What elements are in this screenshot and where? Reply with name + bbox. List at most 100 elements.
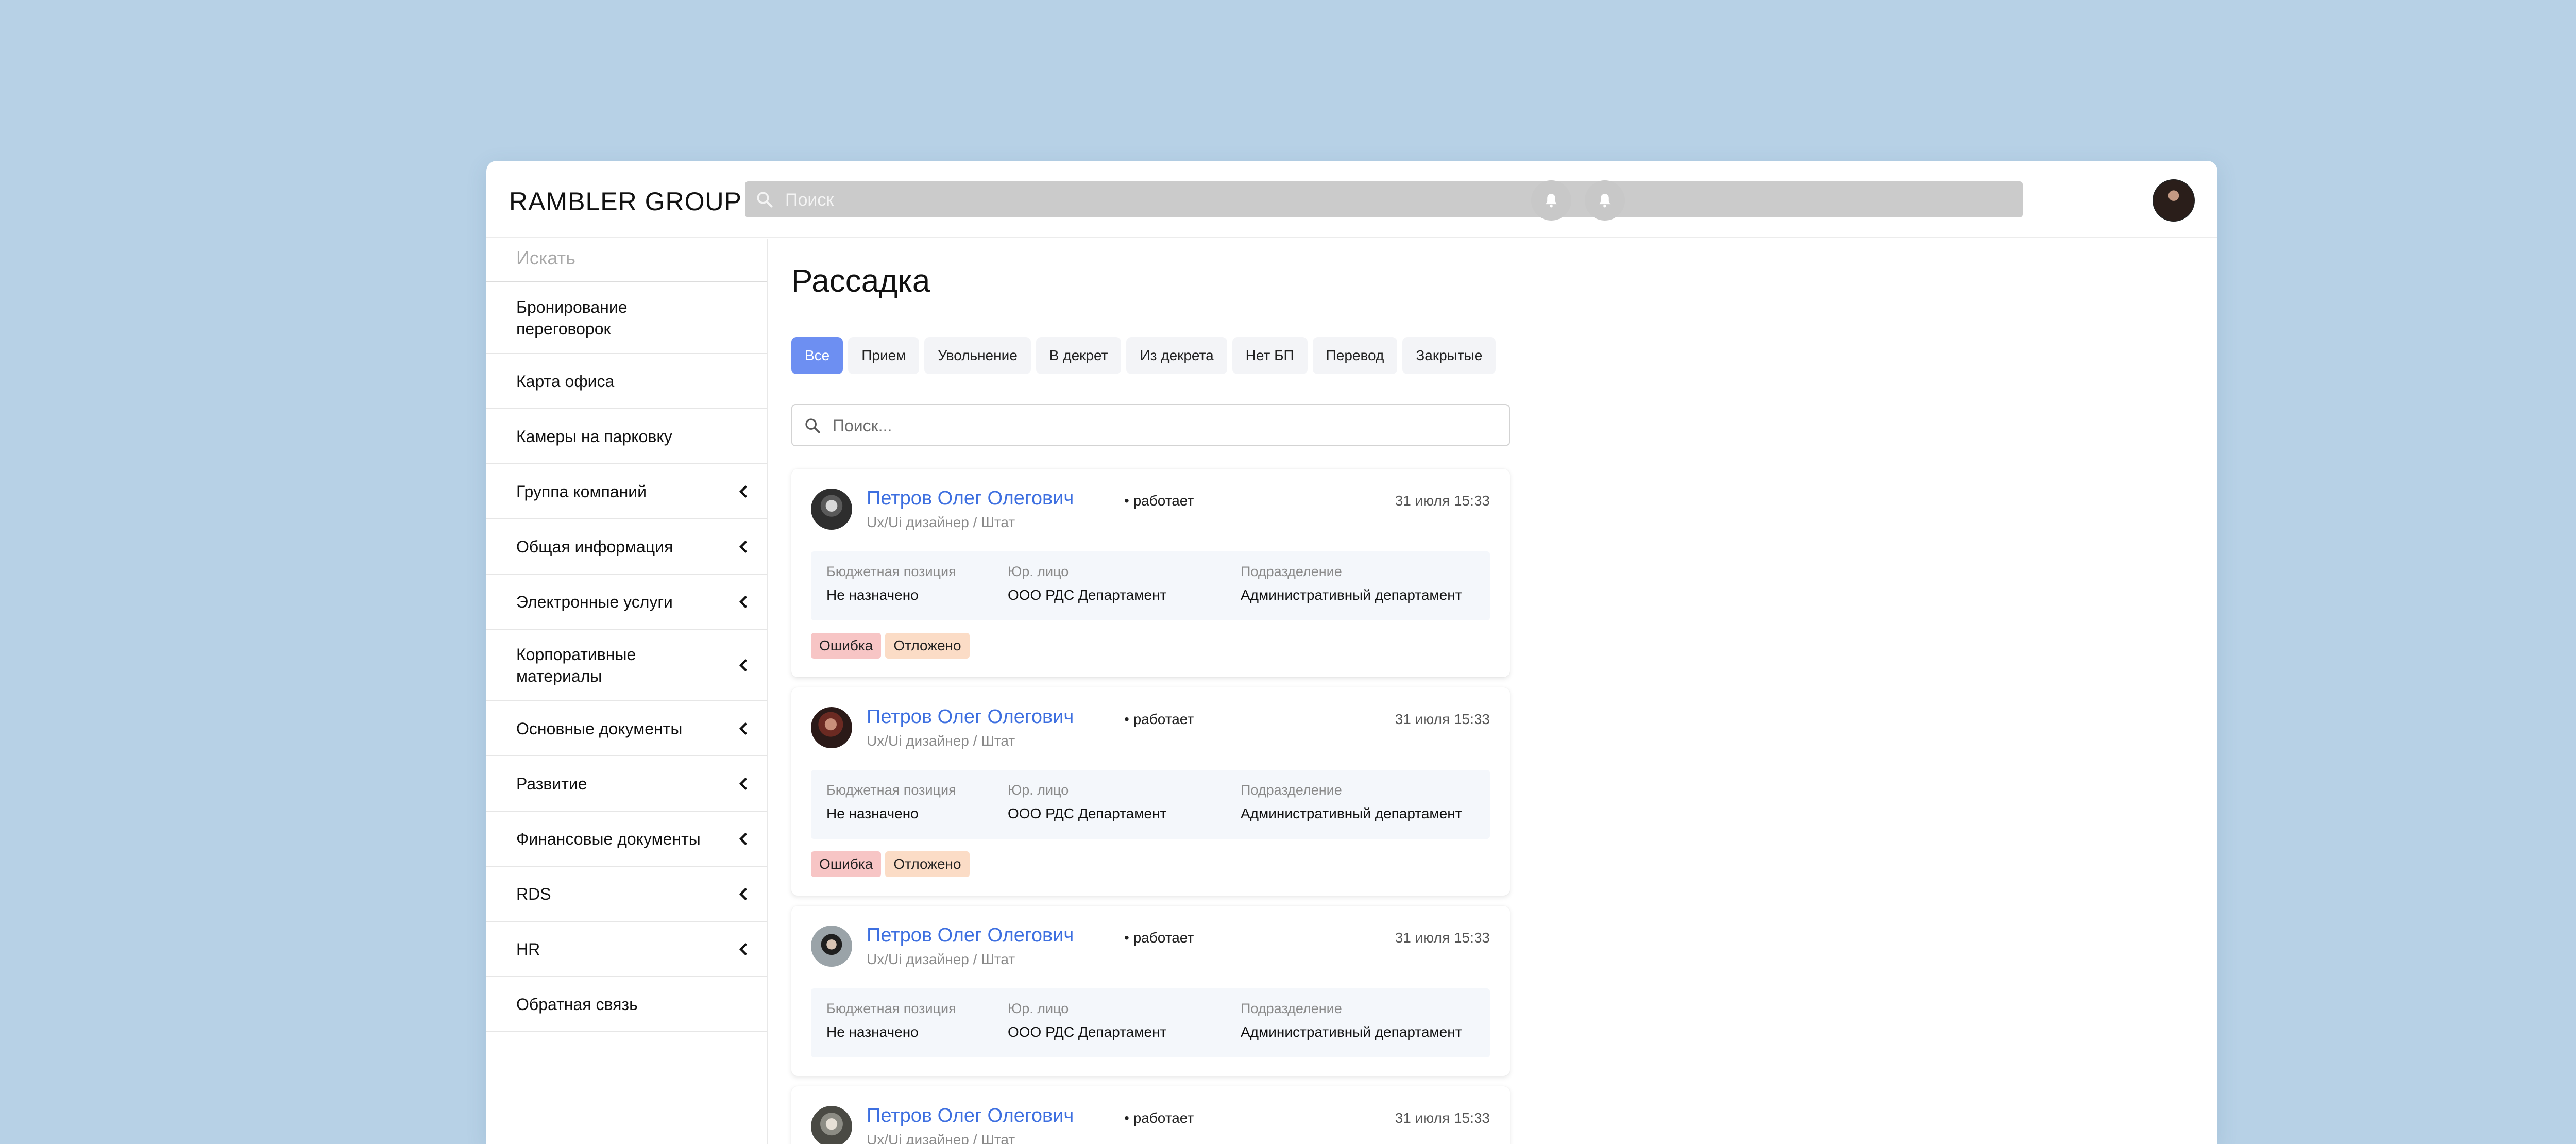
sidebar-item-label: Основные документы	[516, 719, 683, 738]
employee-name-link[interactable]: Петров Олег Олегович	[867, 1105, 1074, 1127]
sidebar-item-rds[interactable]: RDS	[486, 867, 767, 922]
tab-dismissal[interactable]: Увольнение	[924, 337, 1031, 374]
employee-status: • работает	[1124, 711, 1194, 727]
tab-transfer[interactable]: Перевод	[1312, 337, 1398, 374]
list-search-placeholder: Поиск...	[833, 416, 892, 435]
deferred-badge: Отложено	[885, 851, 970, 877]
deferred-badge: Отложено	[885, 633, 970, 659]
card-info-panel: Бюджетная позиция Не назначено Юр. лицо ОО…	[811, 770, 1490, 839]
employee-role: Ux/Ui дизайнер / Штат	[867, 733, 1015, 749]
employee-name-link[interactable]: Петров Олег Олегович	[867, 706, 1074, 728]
error-badge: Ошибка	[811, 633, 882, 659]
tab-all[interactable]: Все	[791, 337, 843, 374]
sidebar-item-label: Общая информация	[516, 537, 673, 556]
list-search-input[interactable]: Поиск...	[791, 404, 1510, 446]
entity-value: ООО РДС Департамент	[1008, 1024, 1167, 1040]
card-info-panel: Бюджетная позиция Не назначено Юр. лицо ОО…	[811, 551, 1490, 620]
entity-value: ООО РДС Департамент	[1008, 805, 1167, 821]
sidebar-item-label: Обратная связь	[516, 995, 638, 1014]
chevron-left-icon	[739, 832, 748, 845]
employee-role: Ux/Ui дизайнер / Штат	[867, 951, 1015, 967]
employee-card: Петров Олег Олегович • работает Ux/Ui ди…	[791, 687, 1510, 896]
employee-name-link[interactable]: Петров Олег Олегович	[867, 487, 1074, 510]
employee-avatar	[811, 707, 852, 748]
department-label: Подразделение	[1241, 1001, 1342, 1016]
sidebar-item-label: Корпоративные материалы	[516, 645, 636, 685]
employee-avatar	[811, 1106, 852, 1144]
chevron-left-icon	[739, 943, 748, 955]
tab-from-maternity[interactable]: Из декрета	[1126, 337, 1227, 374]
page-title: Рассадка	[791, 263, 930, 299]
global-search-placeholder: Поиск	[785, 190, 834, 210]
sidebar-item-development[interactable]: Развитие	[486, 756, 767, 812]
tab-closed[interactable]: Закрытые	[1402, 337, 1496, 374]
department-value: Административный департамент	[1241, 805, 1462, 821]
employee-card: Петров Олег Олегович • работает Ux/Ui ди…	[791, 1086, 1510, 1144]
employee-role: Ux/Ui дизайнер / Штат	[867, 514, 1015, 530]
tab-no-bp[interactable]: Нет БП	[1232, 337, 1308, 374]
employee-name-link[interactable]: Петров Олег Олегович	[867, 924, 1074, 947]
top-bar: RAMBLER GROUP Поиск	[486, 161, 2217, 238]
sidebar-item-feedback[interactable]: Обратная связь	[486, 977, 767, 1032]
department-label: Подразделение	[1241, 564, 1342, 579]
sidebar-item-office-map[interactable]: Карта офиса	[486, 354, 767, 409]
budget-label: Бюджетная позиция	[826, 564, 956, 579]
sidebar-item-label: Электронные услуги	[516, 592, 673, 611]
chevron-left-icon	[739, 659, 748, 671]
entity-value: ООО РДС Департамент	[1008, 587, 1167, 603]
sidebar-item-parking-cameras[interactable]: Камеры на парковку	[486, 409, 767, 464]
employee-status: • работает	[1124, 1110, 1194, 1126]
budget-value: Не назначено	[826, 1024, 919, 1040]
employee-status: • работает	[1124, 930, 1194, 946]
tab-to-maternity[interactable]: В декрет	[1036, 337, 1122, 374]
global-search-input[interactable]: Поиск	[745, 181, 2023, 217]
tab-hiring[interactable]: Прием	[848, 337, 920, 374]
budget-label: Бюджетная позиция	[826, 782, 956, 798]
sidebar-item-e-services[interactable]: Электронные услуги	[486, 575, 767, 630]
sidebar-item-corporate-materials[interactable]: Корпоративные материалы	[486, 630, 767, 701]
sidebar-item-label: Карта офиса	[516, 372, 615, 391]
alerts-button[interactable]	[1585, 180, 1625, 221]
sidebar-item-label: HR	[516, 939, 540, 958]
error-badge: Ошибка	[811, 851, 882, 877]
user-avatar[interactable]	[2153, 179, 2195, 222]
sidebar-item-hr[interactable]: HR	[486, 922, 767, 977]
budget-value: Не назначено	[826, 587, 919, 603]
sidebar-item-label: Финансовые документы	[516, 829, 701, 848]
card-date: 31 июля 15:33	[1395, 930, 1490, 946]
employee-status: • работает	[1124, 493, 1194, 509]
sidebar-item-main-documents[interactable]: Основные документы	[486, 701, 767, 756]
entity-label: Юр. лицо	[1008, 782, 1069, 798]
chevron-left-icon	[739, 887, 748, 900]
sidebar-search-input[interactable]: Искать	[486, 239, 767, 282]
employee-avatar	[811, 926, 852, 967]
chevron-left-icon	[739, 777, 748, 790]
card-date: 31 июля 15:33	[1395, 1110, 1490, 1126]
chevron-left-icon	[739, 722, 748, 735]
notifications-button[interactable]	[1531, 180, 1571, 221]
sidebar-item-label: RDS	[516, 884, 551, 903]
sidebar: Искать Бронирование переговорок Карта оф…	[486, 239, 768, 1144]
employee-card: Петров Олег Олегович • работает Ux/Ui ди…	[791, 906, 1510, 1076]
app-window: RAMBLER GROUP Поиск Искать Бронирование …	[486, 161, 2217, 1144]
card-info-panel: Бюджетная позиция Не назначено Юр. лицо ОО…	[811, 988, 1490, 1057]
sidebar-item-general-info[interactable]: Общая информация	[486, 519, 767, 575]
logo[interactable]: RAMBLER GROUP	[509, 187, 742, 216]
card-badges: Ошибка Отложено	[811, 851, 970, 877]
chevron-left-icon	[739, 540, 748, 553]
bell-icon	[1546, 194, 1557, 208]
filter-tabs: Все Прием Увольнение В декрет Из декрета…	[791, 337, 1496, 374]
entity-label: Юр. лицо	[1008, 564, 1069, 579]
department-value: Административный департамент	[1241, 587, 1462, 603]
sidebar-item-label: Камеры на парковку	[516, 427, 672, 446]
entity-label: Юр. лицо	[1008, 1001, 1069, 1016]
search-icon	[805, 418, 820, 433]
sidebar-item-label: Развитие	[516, 774, 587, 793]
sidebar-item-label: Бронирование переговорок	[516, 297, 628, 338]
department-label: Подразделение	[1241, 782, 1342, 798]
search-icon	[757, 192, 773, 208]
budget-value: Не назначено	[826, 805, 919, 821]
sidebar-item-booking[interactable]: Бронирование переговорок	[486, 282, 767, 354]
sidebar-item-companies[interactable]: Группа компаний	[486, 464, 767, 519]
sidebar-item-finance-documents[interactable]: Финансовые документы	[486, 812, 767, 867]
